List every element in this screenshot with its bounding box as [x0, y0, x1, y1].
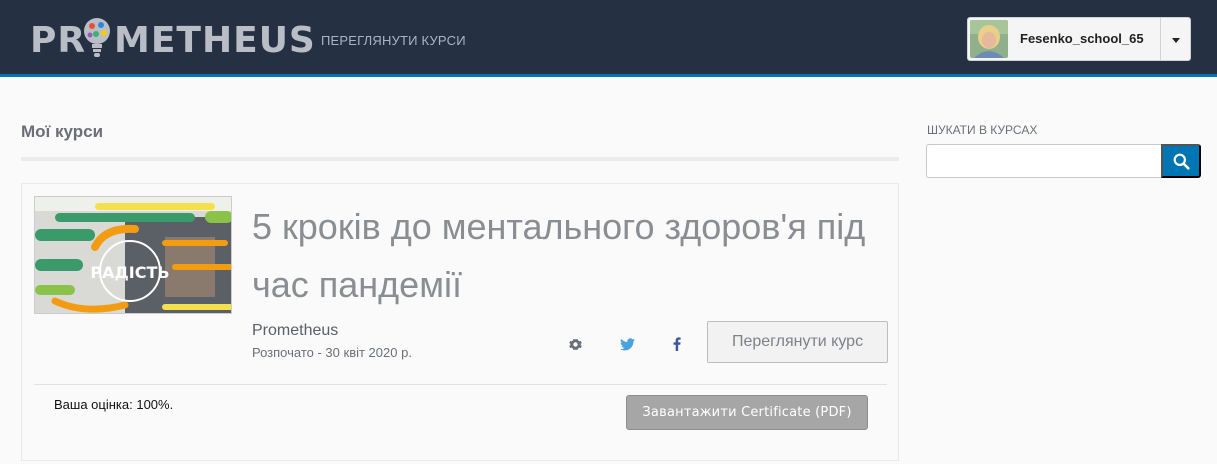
facebook-icon[interactable] [667, 334, 687, 354]
username: Fesenko_school_65 [1020, 31, 1144, 46]
gear-icon[interactable] [565, 334, 585, 354]
avatar[interactable] [970, 20, 1008, 58]
view-course-button[interactable]: Переглянути курс [707, 321, 888, 363]
course-start-date: Розпочато - 30 квіт 2020 р. [252, 345, 412, 360]
twitter-icon[interactable] [617, 334, 637, 354]
search-input[interactable] [926, 144, 1162, 178]
download-certificate-button[interactable]: Завантажити Certificate (PDF) [626, 395, 868, 430]
thumbnail-label: РАДІСТЬ [90, 263, 169, 282]
prometheus-logo[interactable]: PR METHEUS [30, 14, 315, 64]
divider [34, 384, 887, 385]
course-title[interactable]: 5 кроків до ментального здоров'я під час… [252, 198, 892, 314]
nav-link-browse-courses[interactable]: ПЕРЕГЛЯНУТИ КУРСИ [321, 33, 466, 48]
divider [21, 157, 899, 161]
search-button[interactable] [1161, 144, 1201, 178]
search-label: ШУКАТИ В КУРСАХ [927, 123, 1038, 137]
grade-text: Ваша оцінка: 100%. [54, 397, 174, 412]
logo-bulb-icon [84, 18, 110, 57]
logo-text-right: METHEUS [114, 20, 316, 61]
user-menu[interactable]: Fesenko_school_65 [967, 17, 1191, 61]
site-header: PR METHEUS ПЕРЕГЛЯНУТИ КУРСИ Fesenko_sch [0, 0, 1217, 77]
course-card: РАДІСТЬ 5 кроків до ментального здоров'я… [21, 183, 899, 461]
course-org: Prometheus [252, 322, 339, 339]
course-thumbnail[interactable]: РАДІСТЬ [34, 196, 232, 314]
page-title: Мої курси [21, 122, 104, 141]
search-icon [1173, 153, 1190, 170]
user-menu-toggle[interactable] [1160, 18, 1191, 60]
caret-down-icon [1172, 38, 1180, 43]
logo-text-left: PR [30, 20, 87, 61]
